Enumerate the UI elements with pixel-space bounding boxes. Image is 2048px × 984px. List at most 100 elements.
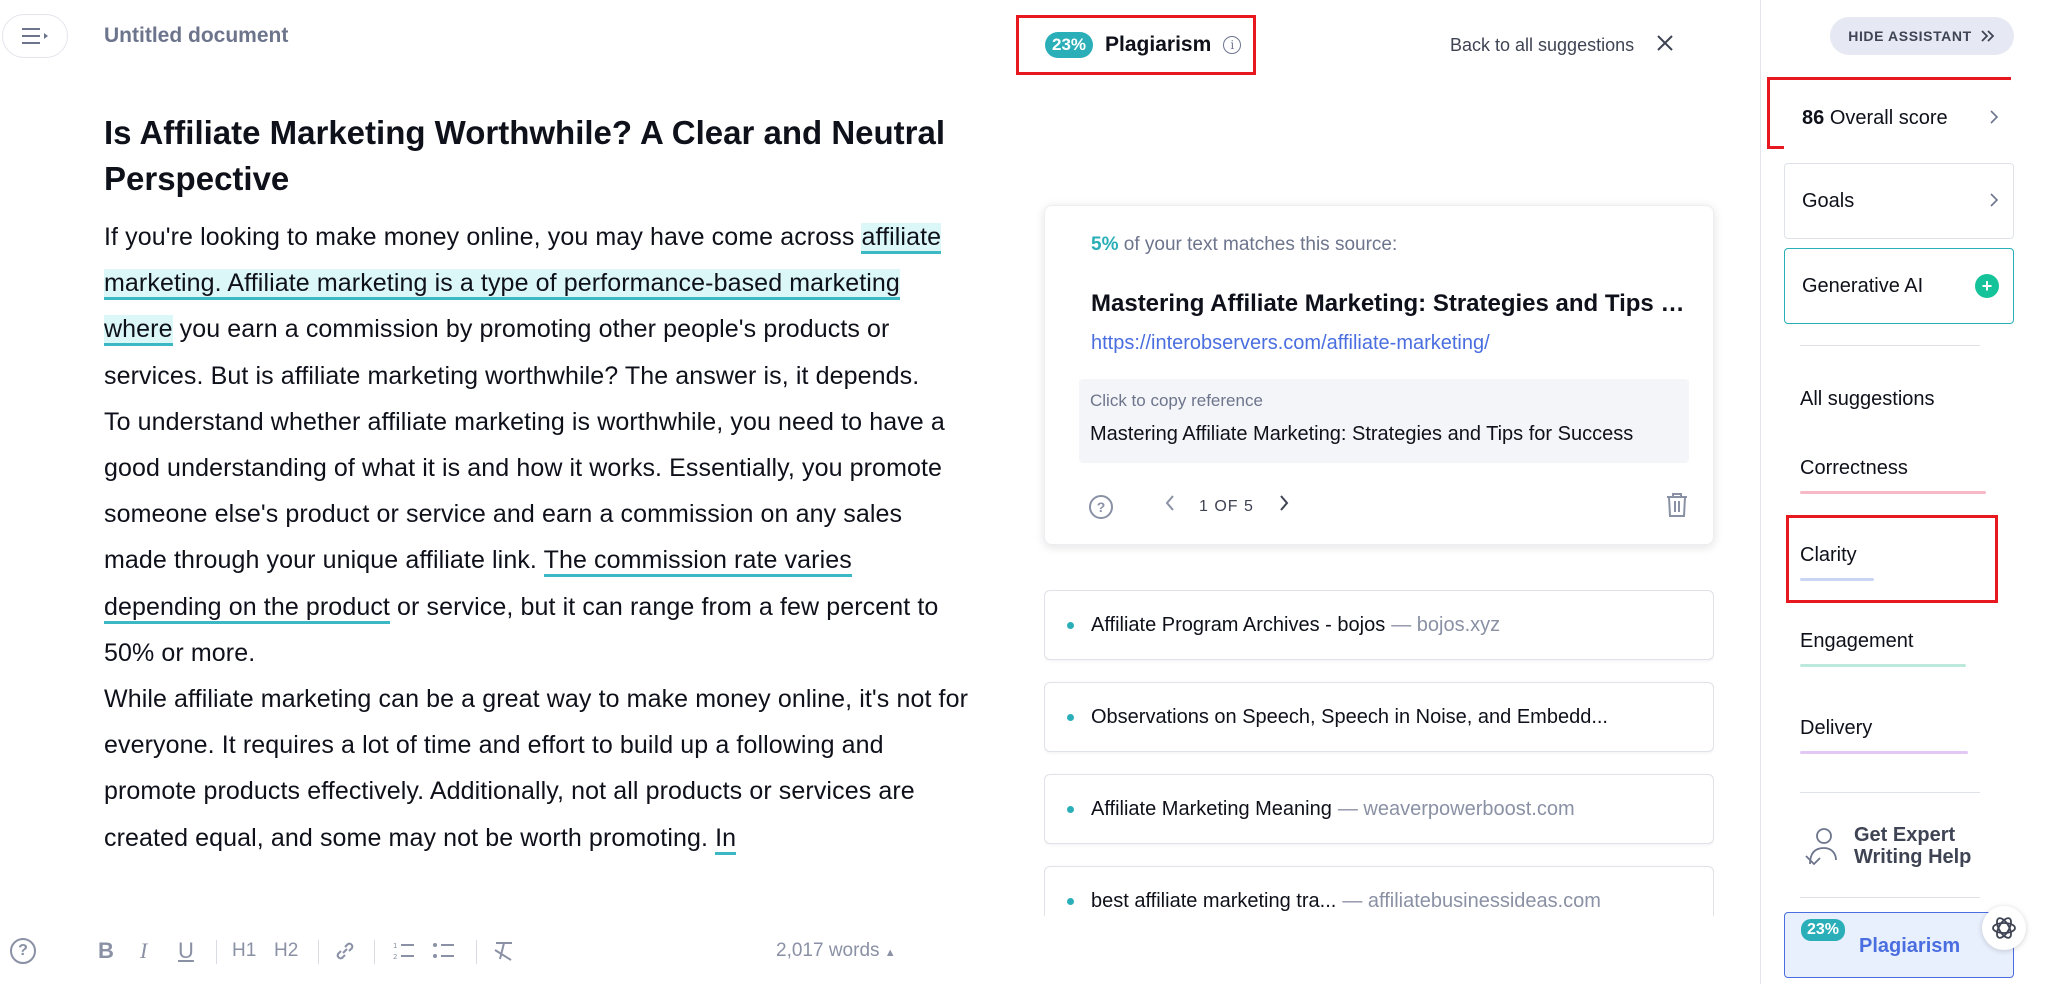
source-item-title: Observations on Speech, Speech in Noise,… [1091,705,1608,728]
plagiarism-percent-badge: 23% [1801,919,1846,941]
toolbar-divider [374,940,375,964]
plagiarism-button[interactable]: 23% Plagiarism [1784,912,2014,978]
bullet-dot [1067,622,1074,629]
chevron-right-icon [1280,495,1289,511]
overall-score-label: Overall score [1829,106,1948,129]
info-icon[interactable]: i [1223,36,1242,54]
source-item[interactable]: Affiliate Marketing Meaning — weaverpower… [1044,774,1714,844]
heading2-button[interactable]: H2 [274,936,298,966]
word-count[interactable]: 2,017 words ▲ [776,940,896,962]
sidebar-divider [1800,897,1980,898]
plagiarism-match-card: 5% of your text matches this source: Mas… [1044,205,1714,545]
clarity-bar [1800,578,1874,581]
close-icon[interactable] [1656,30,1674,56]
help-icon[interactable]: ? [1089,495,1113,519]
expert-writing-help[interactable]: Get Expert Writing Help [1804,824,1971,868]
svg-text:2: 2 [393,953,397,961]
link-button[interactable] [334,936,356,966]
text-span: While affiliate marketing can be a great… [104,685,969,852]
toolbar-divider [318,940,319,964]
back-to-suggestions-link[interactable]: Back to all suggestions [1450,35,1634,56]
source-item-title: best affiliate marketing tra... [1091,889,1337,912]
nav-clarity[interactable]: Clarity [1800,544,1857,567]
source-item-domain: — weaverpowerboost.com [1337,797,1575,820]
text-span: you earn a commission by promoting other… [104,315,920,390]
source-item-title: Affiliate Program Archives - bojos [1091,613,1386,636]
bold-button[interactable]: B [98,936,114,966]
source-item[interactable]: best affiliate marketing tra... — affilia… [1044,866,1714,916]
menu-button[interactable] [2,14,68,58]
paragraph-2: To understand whether affiliate marketin… [104,399,972,676]
previous-source-button[interactable] [1163,492,1177,520]
document-title[interactable]: Untitled document [104,24,288,48]
link-icon [336,942,354,960]
suggestion-underline[interactable]: In [715,823,737,855]
document-heading: Is Affiliate Marketing Worthwhile? A Cle… [104,114,946,197]
source-title: Mastering Affiliate Marketing: Strategie… [1091,290,1691,317]
document-editor[interactable]: Is Affiliate Marketing Worthwhile? A Cle… [104,110,972,910]
numbered-list-icon: 12 [393,942,414,961]
expert-line-2: Writing Help [1854,846,1972,868]
caret-up-icon: ▲ [884,947,896,959]
match-summary: 5% of your text matches this source: [1091,234,1397,256]
bullet-list-button[interactable] [432,936,456,966]
source-item[interactable]: Affiliate Program Archives - bojos — bojo… [1044,590,1714,660]
nav-delivery[interactable]: Delivery [1800,717,1872,740]
nav-correctness[interactable]: Correctness [1800,457,1908,480]
hide-assistant-button[interactable]: HIDE ASSISTANT [1830,17,2014,55]
goals-card[interactable]: Goals [1784,163,2014,239]
word-count-text: 2,017 words [776,940,880,961]
paragraph-1: If you're looking to make money online, … [104,214,972,399]
nav-all-suggestions[interactable]: All suggestions [1800,388,1935,411]
match-text: of your text matches this source: [1118,234,1398,255]
plagiarism-title: Plagiarism [1105,33,1212,56]
help-icon[interactable]: ? [10,938,36,964]
expert-person-icon [1805,828,1837,866]
generative-ai-icon: + [1975,274,1999,298]
generative-ai-card[interactable]: Generative AI + [1784,248,2014,324]
text-span: If you're looking to make money online, … [104,223,862,251]
goals-label: Goals [1802,189,1855,212]
chatgpt-icon[interactable] [1982,906,2026,950]
heading1-button[interactable]: H1 [232,936,256,966]
source-item-title: Affiliate Marketing Meaning [1091,797,1332,820]
plagiarism-header: 23% Plagiarism i [1016,15,1256,75]
sidebar-divider [1800,792,1980,793]
source-item-domain: — bojos.xyz [1391,613,1501,636]
numbered-list-button[interactable]: 12 [392,936,416,966]
sidebar-divider [1800,345,1980,346]
generative-ai-label: Generative AI [1802,274,1924,297]
svg-text:1: 1 [393,942,397,950]
next-source-button[interactable] [1277,492,1291,520]
paragraph-3: While affiliate marketing can be a great… [104,676,972,861]
copy-reference-box[interactable]: Click to copy reference Mastering Affili… [1079,379,1689,463]
hide-assistant-label: HIDE ASSISTANT [1848,28,1972,44]
engagement-bar [1800,664,1966,667]
overall-score-card[interactable]: 86 Overall score [1784,80,2014,156]
bullet-list-icon [433,943,454,958]
italic-button[interactable]: I [140,936,147,966]
overall-score-value: 86 [1802,106,1825,129]
underline-button[interactable]: U [178,936,194,966]
copy-reference-label: Click to copy reference [1090,391,1263,410]
source-url-link[interactable]: https://interobservers.com/affiliate-mar… [1091,332,1490,355]
toolbar-divider [216,940,217,964]
source-pager: 1 OF 5 [1199,498,1254,515]
source-list: Affiliate Program Archives - bojos — bojo… [1044,590,1714,916]
match-percent: 5% [1091,234,1119,255]
toolbar-divider [476,940,477,964]
chevron-right-icon [1989,188,1999,214]
nav-engagement[interactable]: Engagement [1800,630,1913,653]
correctness-bar [1800,491,1986,494]
trash-icon[interactable] [1665,492,1689,523]
clear-formatting-button[interactable] [492,936,516,966]
chevron-right-icon [1989,105,1999,131]
source-item-domain: — affiliatebusinessideas.com [1342,889,1601,912]
source-item[interactable]: Observations on Speech, Speech in Noise,… [1044,682,1714,752]
menu-icon [22,28,48,44]
bullet-dot [1067,806,1074,813]
expert-text: Get Expert Writing Help [1854,824,1971,868]
bullet-dot [1067,714,1074,721]
double-chevron-right-icon [1981,30,1995,42]
plagiarism-button-label: Plagiarism [1859,935,1961,957]
